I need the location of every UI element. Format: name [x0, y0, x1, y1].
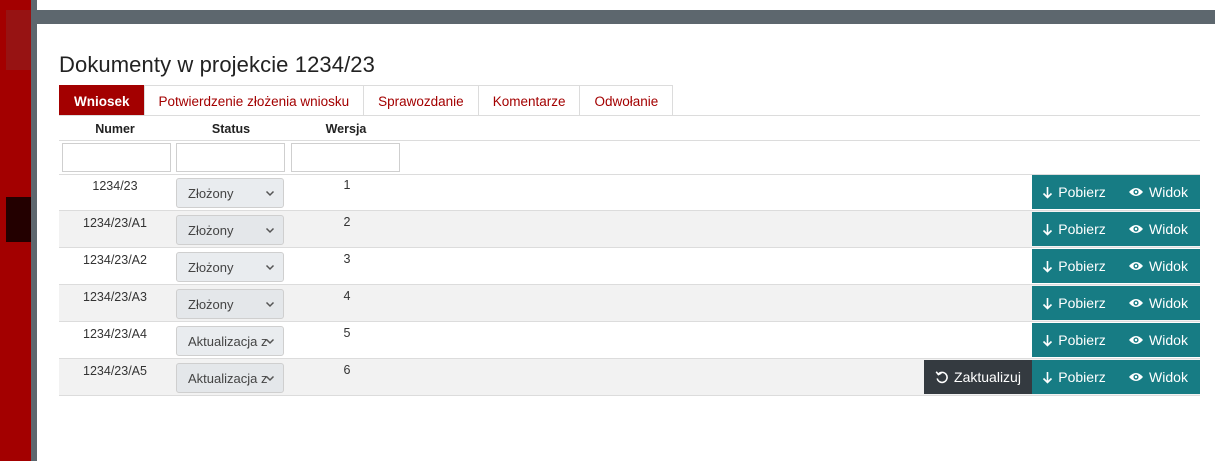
table-row: 1234/23/A1 Złożony 2 Pobierz Widok	[59, 211, 1200, 248]
status-select[interactable]: Złożony	[176, 215, 284, 245]
view-button[interactable]: Widok	[1116, 212, 1200, 246]
cell-numer: 1234/23	[92, 179, 138, 193]
status-select[interactable]: Złożony	[176, 178, 284, 208]
filter-status-input[interactable]	[176, 143, 285, 172]
cell-wersja: 5	[343, 326, 351, 340]
download-button[interactable]: Pobierz	[1032, 249, 1116, 283]
eye-icon	[1129, 262, 1144, 270]
download-button[interactable]: Pobierz	[1032, 212, 1116, 246]
status-value: Złożony	[188, 259, 234, 275]
arrow-down-icon	[1043, 371, 1053, 384]
sidebar-edge	[31, 0, 37, 461]
status-value: Złożony	[188, 296, 234, 312]
view-button[interactable]: Widok	[1116, 360, 1200, 394]
tab-odwolanie[interactable]: Odwołanie	[579, 85, 674, 116]
download-button[interactable]: Pobierz	[1032, 323, 1116, 357]
cell-wersja: 4	[343, 289, 351, 303]
table-row: 1234/23 Złożony 1 Pobierz Widok	[59, 174, 1200, 211]
download-button[interactable]: Pobierz	[1032, 286, 1116, 320]
tab-wniosek[interactable]: Wniosek	[59, 85, 145, 116]
cell-numer: 1234/23/A4	[83, 327, 147, 341]
tab-komentarze[interactable]: Komentarze	[477, 85, 581, 116]
tab-potwierdzenie[interactable]: Potwierdzenie złożenia wniosku	[143, 85, 365, 116]
arrow-down-icon	[1043, 297, 1053, 310]
chevron-down-icon	[265, 375, 275, 382]
column-header-status[interactable]: Status	[176, 122, 286, 136]
view-label: Widok	[1149, 184, 1188, 200]
cell-wersja: 2	[343, 215, 351, 229]
tab-sprawozdanie[interactable]: Sprawozdanie	[363, 85, 479, 116]
status-select[interactable]: Aktualizacja z	[176, 326, 284, 356]
filter-numer-input[interactable]	[62, 143, 171, 172]
view-label: Widok	[1149, 332, 1188, 348]
view-button[interactable]: Widok	[1116, 249, 1200, 283]
cell-numer: 1234/23/A1	[83, 216, 147, 230]
table-row: 1234/23/A3 Złożony 4 Pobierz Widok	[59, 285, 1200, 322]
view-label: Widok	[1149, 258, 1188, 274]
update-button[interactable]: Zaktualizuj	[924, 360, 1032, 394]
top-bar	[31, 10, 1215, 24]
status-select[interactable]: Aktualizacja z	[176, 363, 284, 393]
download-label: Pobierz	[1058, 332, 1106, 348]
chevron-down-icon	[265, 227, 275, 234]
view-button[interactable]: Widok	[1116, 175, 1200, 209]
page-title: Dokumenty w projekcie 1234/23	[59, 52, 375, 77]
eye-icon	[1129, 188, 1144, 196]
tabs-divider	[59, 115, 1200, 116]
status-select[interactable]: Złożony	[176, 252, 284, 282]
cell-wersja: 1	[343, 178, 351, 192]
eye-icon	[1129, 299, 1144, 307]
header-divider	[59, 140, 1200, 141]
status-value: Złożony	[188, 222, 234, 238]
download-label: Pobierz	[1058, 184, 1106, 200]
view-label: Widok	[1149, 369, 1188, 385]
download-button[interactable]: Pobierz	[1032, 360, 1116, 394]
view-label: Widok	[1149, 295, 1188, 311]
filter-wersja-input[interactable]	[291, 143, 400, 172]
download-label: Pobierz	[1058, 221, 1106, 237]
view-label: Widok	[1149, 221, 1188, 237]
column-header-wersja[interactable]: Wersja	[291, 122, 401, 136]
table-row: 1234/23/A4 Aktualizacja z 5 Pobierz Wido…	[59, 322, 1200, 359]
column-header-numer[interactable]: Numer	[59, 122, 171, 136]
update-label: Zaktualizuj	[954, 369, 1021, 385]
arrow-down-icon	[1043, 186, 1053, 199]
table-row: 1234/23/A2 Złożony 3 Pobierz Widok	[59, 248, 1200, 285]
cell-numer: 1234/23/A2	[83, 253, 147, 267]
chevron-down-icon	[265, 190, 275, 197]
status-value: Aktualizacja z	[188, 370, 268, 386]
chevron-down-icon	[265, 301, 275, 308]
chevron-down-icon	[265, 338, 275, 345]
document-tabs: Wniosek Potwierdzenie złożenia wniosku S…	[59, 85, 674, 116]
cell-numer: 1234/23/A3	[83, 290, 147, 304]
eye-icon	[1129, 225, 1144, 233]
chevron-down-icon	[265, 264, 275, 271]
download-label: Pobierz	[1058, 258, 1106, 274]
arrow-down-icon	[1043, 223, 1053, 236]
download-button[interactable]: Pobierz	[1032, 175, 1116, 209]
view-button[interactable]: Widok	[1116, 323, 1200, 357]
status-value: Złożony	[188, 185, 234, 201]
app-sidebar-rail	[0, 0, 37, 461]
cell-wersja: 6	[343, 363, 351, 377]
arrow-down-icon	[1043, 260, 1053, 273]
status-select[interactable]: Złożony	[176, 289, 284, 319]
arrow-down-icon	[1043, 334, 1053, 347]
cell-numer: 1234/23/A5	[83, 364, 147, 378]
eye-icon	[1129, 336, 1144, 344]
sidebar-decoration	[6, 10, 31, 70]
cell-wersja: 3	[343, 252, 351, 266]
download-label: Pobierz	[1058, 295, 1106, 311]
download-label: Pobierz	[1058, 369, 1106, 385]
undo-icon	[935, 371, 948, 384]
eye-icon	[1129, 373, 1144, 381]
view-button[interactable]: Widok	[1116, 286, 1200, 320]
status-value: Aktualizacja z	[188, 333, 268, 349]
table-row: 1234/23/A5 Aktualizacja z 6 Zaktualizuj …	[59, 359, 1200, 396]
